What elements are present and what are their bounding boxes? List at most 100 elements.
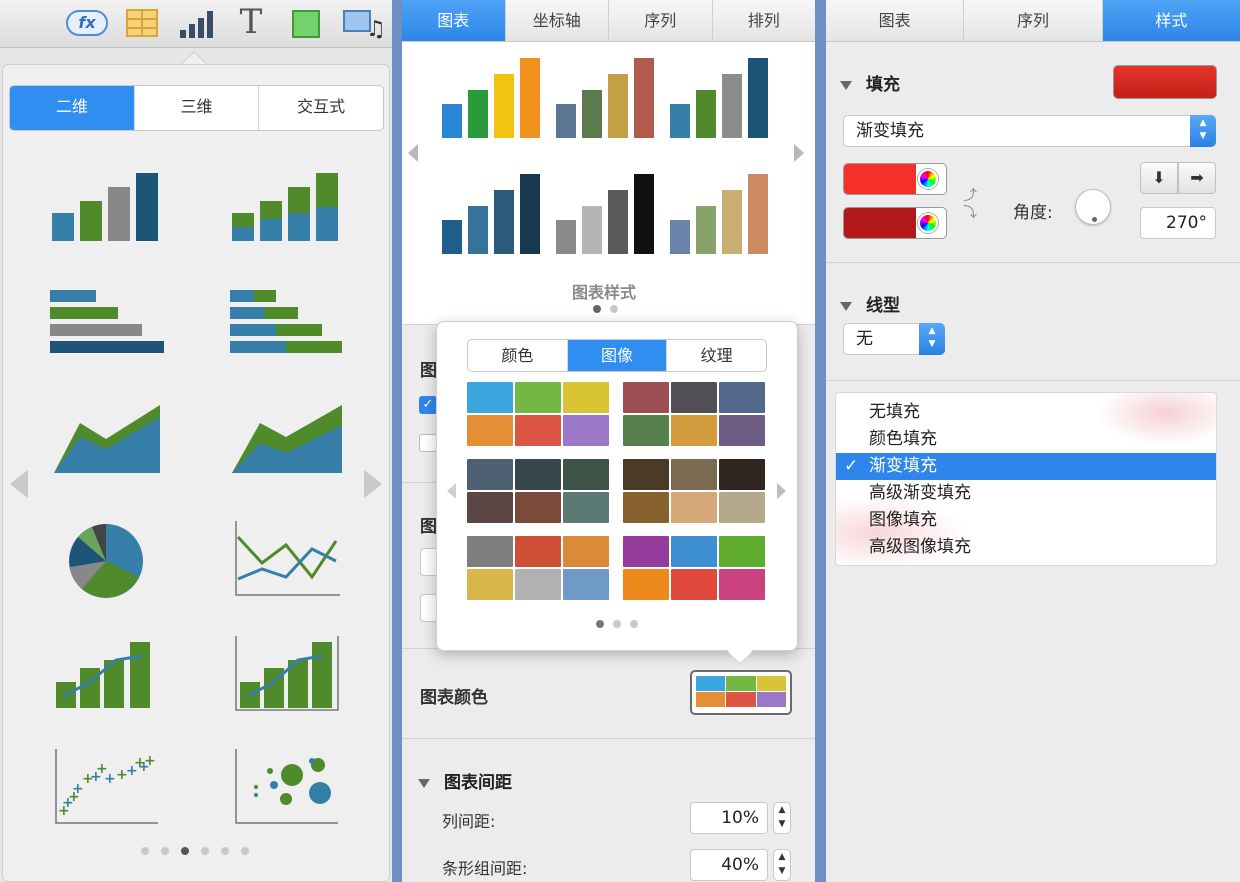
area-chart-thumb[interactable] [46, 395, 166, 485]
fill-menu-item[interactable]: 高级图像填充 [836, 534, 1216, 561]
chevron-left-icon[interactable] [408, 144, 418, 162]
chevron-left-icon[interactable] [447, 483, 456, 499]
gradient-start-color[interactable] [843, 163, 947, 195]
arrow-right-button[interactable]: ➡ [1178, 162, 1216, 194]
chart-icon[interactable] [178, 8, 214, 40]
bubble-chart-thumb[interactable] [226, 745, 346, 835]
pie-chart-thumb[interactable] [46, 515, 166, 605]
color-source-segmented-control: 颜色 图像 纹理 [467, 339, 767, 372]
fill-title: 填充 [866, 75, 900, 95]
page-dot[interactable] [221, 847, 229, 855]
fill-type-select[interactable]: 渐变填充 ▲ ▼ [843, 115, 1216, 147]
chart-style-2[interactable] [550, 52, 660, 144]
image-swatch-set[interactable] [467, 459, 609, 523]
fx-icon[interactable]: fx [66, 10, 108, 36]
stacked-area-chart-thumb[interactable] [226, 395, 346, 485]
page-dot[interactable] [141, 847, 149, 855]
fill-color-swatch[interactable] [1113, 65, 1217, 99]
image-swatch-set[interactable] [623, 382, 765, 446]
stacked-column-chart-thumb[interactable] [226, 165, 346, 255]
segment-image[interactable]: 图像 [566, 340, 667, 371]
shape-icon[interactable] [292, 10, 320, 38]
line-type-select[interactable]: 无 ▲ ▼ [843, 323, 945, 355]
two-axis-chart-thumb[interactable] [226, 630, 346, 720]
page-dot-current[interactable] [181, 847, 189, 855]
chart-style-1[interactable] [436, 52, 546, 144]
fill-menu-item[interactable]: 无填充 [836, 399, 1216, 426]
stacked-bar-chart-thumb[interactable] [226, 280, 346, 370]
image-swatch-set[interactable] [467, 382, 609, 446]
column-chart-thumb[interactable] [46, 165, 166, 255]
swatch-page-indicator [596, 620, 638, 628]
svg-text:♫: ♫ [366, 17, 382, 40]
bar-group-gap-stepper[interactable]: ▲ ▼ [773, 849, 791, 881]
page-dot[interactable] [610, 305, 618, 313]
fill-menu-item[interactable]: 图像填充 [836, 507, 1216, 534]
media-icon[interactable]: ♫ [342, 8, 382, 40]
arrow-down-button[interactable]: ⬇ [1140, 162, 1178, 194]
color-wheel-icon[interactable] [918, 213, 938, 233]
column-gap-field[interactable]: 10% [690, 802, 768, 834]
chart-colors-button[interactable] [690, 670, 792, 715]
bar-chart-thumb[interactable] [46, 280, 166, 370]
angle-dial[interactable] [1075, 189, 1111, 225]
tab-chart[interactable]: 图表 [402, 0, 505, 41]
segment-3d[interactable]: 三维 [133, 86, 259, 130]
fill-menu-item[interactable]: 高级渐变填充 [836, 480, 1216, 507]
chart-colors-popover: 颜色 图像 纹理 [436, 321, 798, 651]
page-dot[interactable] [241, 847, 249, 855]
chevron-right-icon[interactable] [777, 483, 786, 499]
tab-axis[interactable]: 坐标轴 [504, 0, 609, 41]
image-swatch-set[interactable] [623, 459, 765, 523]
page-dot[interactable] [201, 847, 209, 855]
scatter-chart-thumb[interactable]: ++++ +++ +++ + + + [46, 745, 166, 835]
fill-menu-item[interactable]: 颜色填充 [836, 426, 1216, 453]
tab-style[interactable]: 样式 [1101, 0, 1240, 41]
text-icon[interactable]: T [236, 4, 266, 40]
color-wheel-icon[interactable] [918, 169, 938, 189]
fill-menu-item-selected[interactable]: ✓ 渐变填充 [836, 453, 1216, 480]
segment-color[interactable]: 颜色 [468, 340, 567, 371]
dimension-segmented-control: 二维 三维 交互式 [9, 85, 384, 131]
page-dot-current[interactable] [596, 620, 604, 628]
line-section[interactable]: 线型 [840, 291, 900, 316]
gradient-end-color[interactable] [843, 207, 947, 239]
checkbox-checked[interactable]: ✓ [419, 396, 437, 414]
line-chart-thumb[interactable] [226, 515, 346, 605]
toolbar: fx T ♫ [0, 0, 392, 48]
segment-interactive[interactable]: 交互式 [258, 86, 383, 130]
chart-style-4[interactable] [436, 168, 546, 260]
tab-chart[interactable]: 图表 [826, 0, 963, 41]
bar-group-gap-label: 条形组间距: [442, 859, 528, 878]
fill-section[interactable]: 填充 [840, 70, 900, 95]
image-swatch-set[interactable] [623, 536, 765, 600]
swap-colors-icon[interactable]: ⤴ ⤵ [962, 188, 978, 226]
chart-spacing-section[interactable]: 图表间距 [418, 768, 512, 793]
image-swatch-set[interactable] [467, 536, 609, 600]
segment-texture[interactable]: 纹理 [666, 340, 766, 371]
bar-group-gap-field[interactable]: 40% [690, 849, 768, 881]
chevron-right-icon[interactable] [794, 144, 804, 162]
chart-style-3[interactable] [664, 52, 774, 144]
chart-style-6[interactable] [664, 168, 774, 260]
column-gap-stepper[interactable]: ▲ ▼ [773, 802, 791, 834]
segment-2d[interactable]: 二维 [10, 86, 134, 130]
page-dot-current[interactable] [593, 305, 601, 313]
chevron-right-icon[interactable] [364, 470, 382, 498]
angle-field[interactable]: 270° [1140, 207, 1216, 239]
tab-series[interactable]: 序列 [608, 0, 712, 41]
page-dot[interactable] [161, 847, 169, 855]
tab-series[interactable]: 序列 [963, 0, 1101, 41]
chevron-left-icon[interactable] [10, 470, 28, 498]
column-gap-label: 列间距: [442, 812, 496, 831]
tab-arrange[interactable]: 排列 [711, 0, 816, 41]
divider [826, 380, 1240, 381]
page-dot[interactable] [630, 620, 638, 628]
angle-label: 角度: [1013, 203, 1053, 223]
fill-type-menu: 无填充 颜色填充 ✓ 渐变填充 高级渐变填充 图像填充 高级图像填充 [835, 392, 1217, 566]
chart-style-5[interactable] [550, 168, 660, 260]
table-icon[interactable] [126, 9, 158, 37]
mixed-chart-thumb[interactable] [46, 630, 166, 720]
page-dot[interactable] [613, 620, 621, 628]
checkbox[interactable] [419, 434, 437, 452]
